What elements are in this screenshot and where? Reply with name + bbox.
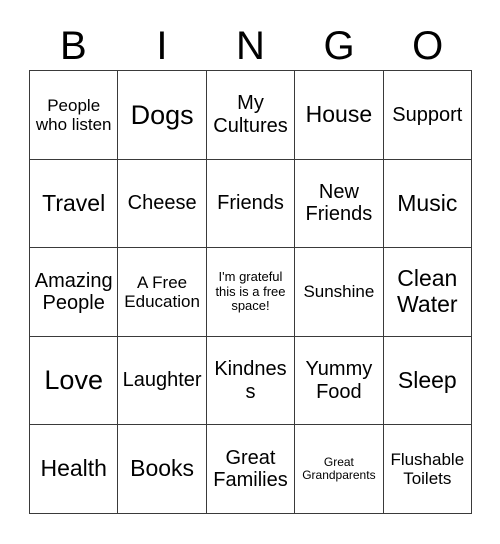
bingo-cell[interactable]: My Cultures bbox=[206, 71, 296, 160]
bingo-cell[interactable]: Music bbox=[383, 159, 472, 249]
bingo-cell-label: I'm grateful this is a free space! bbox=[215, 269, 286, 314]
bingo-header: BINGO bbox=[29, 22, 472, 70]
bingo-cell[interactable]: Sleep bbox=[383, 336, 472, 426]
bingo-cell[interactable]: Great Families bbox=[206, 425, 296, 514]
bingo-cell[interactable]: Love bbox=[30, 336, 119, 426]
bingo-cell[interactable]: People who listen bbox=[30, 71, 119, 160]
bingo-cell[interactable]: New Friends bbox=[295, 159, 384, 249]
bingo-cell[interactable]: Amazing People bbox=[30, 248, 119, 337]
bingo-cell[interactable]: Dogs bbox=[118, 71, 207, 160]
bingo-cell-label: Dogs bbox=[130, 99, 194, 130]
bingo-cell[interactable]: A Free Education bbox=[118, 248, 207, 337]
bingo-cell[interactable]: Clean Water bbox=[383, 248, 472, 337]
bingo-cell-label: Great Families bbox=[213, 446, 288, 492]
bingo-grid: People who listen Dogs My Cultures House Sup… bbox=[29, 70, 472, 514]
bingo-cell[interactable]: Sunshine bbox=[295, 248, 384, 337]
bingo-cell-label: Clean Water bbox=[397, 265, 458, 317]
bingo-cell[interactable]: Support bbox=[383, 71, 472, 160]
bingo-cell-label: Flushable Toilets bbox=[390, 450, 465, 489]
bingo-cell[interactable]: Health bbox=[30, 425, 119, 514]
bingo-header-letter-b: B bbox=[59, 24, 87, 68]
bingo-cell-label: Friends bbox=[217, 192, 284, 215]
bingo-header-letter-o: O bbox=[412, 24, 444, 68]
bingo-cell[interactable]: Travel bbox=[30, 159, 119, 249]
bingo-cell[interactable]: Great Grandparents bbox=[295, 425, 384, 514]
bingo-cell[interactable]: I'm grateful this is a free space! bbox=[206, 248, 296, 337]
bingo-cell-label: Kindness bbox=[214, 358, 287, 403]
bingo-header-letter-i: I bbox=[156, 24, 168, 68]
bingo-cell-label: Love bbox=[44, 365, 103, 396]
bingo-cell-label: Laughter bbox=[122, 369, 202, 392]
bingo-cell-label: Cheese bbox=[127, 192, 197, 215]
bingo-cell[interactable]: Cheese bbox=[118, 159, 207, 249]
bingo-cell-label: Music bbox=[397, 189, 458, 216]
bingo-cell[interactable]: Books bbox=[118, 425, 207, 514]
bingo-card: B I N G O People who listen Dogs My Cultures Ho… bbox=[0, 0, 500, 544]
bingo-cell[interactable]: Friends bbox=[206, 159, 296, 249]
bingo-cell-label: Health bbox=[40, 455, 107, 482]
bingo-cell-label: New Friends bbox=[305, 181, 373, 226]
bingo-cell-label: A Free Education bbox=[124, 272, 200, 311]
bingo-cell-label: My Cultures bbox=[213, 92, 288, 137]
bingo-cell-label: Support bbox=[392, 103, 463, 126]
bingo-cell-label: Yummy Food bbox=[305, 358, 373, 403]
bingo-header-letter-g: G bbox=[323, 24, 355, 68]
bingo-cell[interactable]: Kindness bbox=[206, 336, 296, 426]
bingo-cell-label: Travel bbox=[42, 189, 106, 216]
bingo-cell[interactable]: House bbox=[295, 71, 384, 160]
bingo-cell-label: Great Grandparents bbox=[302, 454, 376, 483]
bingo-cell[interactable]: Yummy Food bbox=[295, 336, 384, 426]
bingo-header-letter-n: N bbox=[236, 24, 265, 68]
bingo-cell[interactable]: Laughter bbox=[118, 336, 207, 426]
bingo-cell-label: Sleep bbox=[397, 366, 457, 393]
bingo-cell[interactable]: Flushable Toilets bbox=[383, 425, 472, 514]
bingo-cell-label: Amazing People bbox=[34, 269, 113, 314]
bingo-cell-label: Books bbox=[130, 455, 195, 482]
bingo-cell-label: People who listen bbox=[35, 95, 112, 134]
bingo-cell-label: House bbox=[305, 100, 373, 127]
bingo-cell-label: Sunshine bbox=[303, 282, 375, 302]
